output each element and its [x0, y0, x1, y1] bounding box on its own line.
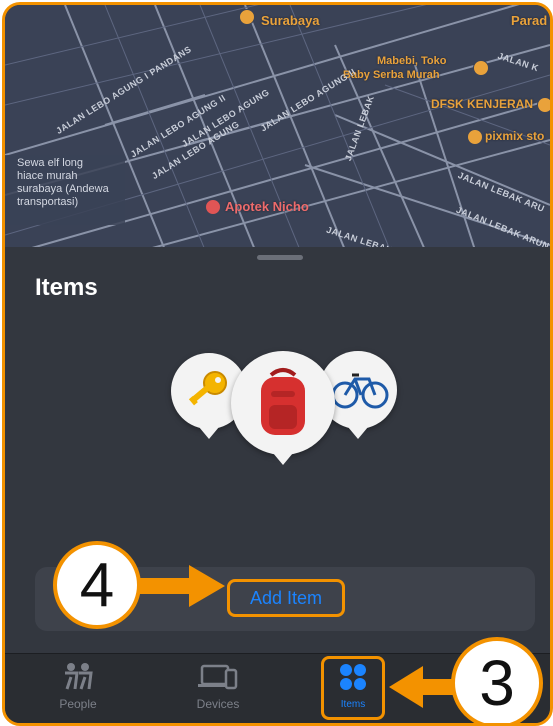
sheet-grabber[interactable]: [257, 255, 303, 260]
app-window: Surabaya Parad Mabebi, Toko Baby Serba M…: [2, 2, 553, 726]
tab-label: Items: [340, 699, 366, 710]
people-icon: [65, 663, 93, 690]
map-poi-icon[interactable]: [467, 129, 483, 145]
tab-devices[interactable]: Devices: [173, 662, 263, 711]
map-label-pixmix[interactable]: pixmix sto: [485, 129, 544, 143]
bubble-tail: [348, 427, 368, 439]
map-poi-icon[interactable]: [537, 97, 550, 113]
map-label-parad[interactable]: Parad: [511, 13, 547, 28]
tab-items[interactable]: Items: [308, 662, 398, 710]
backpack-item-bubble: [231, 351, 335, 465]
items-icon: [340, 664, 366, 690]
business-line: transportasi): [17, 196, 79, 208]
map-label-dfsk[interactable]: DFSK KENJERAN: [431, 97, 533, 111]
pharmacy-poi-icon[interactable]: [205, 199, 221, 215]
page-title: Items: [35, 274, 98, 301]
backpack-icon: [261, 368, 305, 435]
business-line: surabaya (Andewa: [17, 183, 109, 195]
map-poi-icon[interactable]: [239, 9, 255, 25]
map-view[interactable]: Surabaya Parad Mabebi, Toko Baby Serba M…: [5, 5, 550, 250]
step-4-callout: 4: [53, 541, 141, 629]
map-label-apotek[interactable]: Apotek Nicho: [225, 199, 309, 214]
map-label-surabaya[interactable]: Surabaya: [261, 13, 320, 28]
bubble-tail: [199, 427, 219, 439]
business-label[interactable]: Sewa elf long hiace murah surabaya (Ande…: [17, 157, 109, 209]
tab-people[interactable]: People: [33, 662, 123, 711]
business-line: Sewa elf long: [17, 157, 84, 169]
tab-label: People: [59, 697, 97, 711]
add-item-button[interactable]: Add Item: [227, 579, 345, 617]
step-3-callout: 3: [451, 637, 543, 723]
items-sheet: Items Add Item 4: [5, 247, 550, 667]
tab-label: Devices: [196, 697, 240, 711]
map-label-mabebi[interactable]: Mabebi, Toko: [377, 55, 446, 67]
devices-icon: [198, 664, 238, 690]
map-poi-icon[interactable]: [473, 60, 489, 76]
bubble-tail: [273, 453, 293, 465]
business-line: hiace murah: [17, 170, 78, 182]
arrow-right-icon: [139, 565, 225, 607]
